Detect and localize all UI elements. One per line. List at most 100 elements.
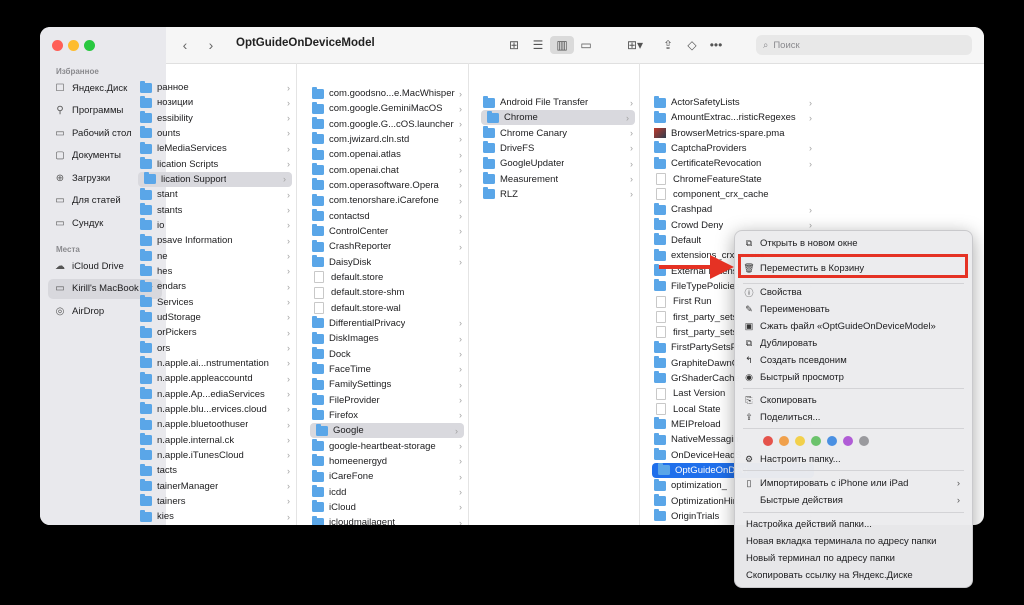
menu-compress[interactable]: ▣ Сжать файл «OptGuideOnDeviceModel» <box>743 318 964 334</box>
list-item[interactable]: Google › <box>310 423 464 439</box>
list-item[interactable]: icdd › <box>306 485 468 500</box>
tag-color-dot[interactable] <box>859 436 869 446</box>
list-item[interactable]: CrashReporter › <box>306 239 468 254</box>
list-item[interactable]: AmountExtrac...risticRegexes › <box>648 110 818 125</box>
list-item[interactable]: component_crx_cache <box>648 187 818 202</box>
list-item[interactable]: n.apple.appleaccountd › <box>134 371 296 386</box>
list-item[interactable]: kies › <box>134 509 296 524</box>
list-item[interactable]: default.store <box>306 270 468 285</box>
tag-color-dot[interactable] <box>779 436 789 446</box>
list-item[interactable]: Crashpad › <box>648 202 818 217</box>
menu-copy[interactable]: ⎘ Скопировать <box>743 392 964 408</box>
list-item[interactable]: ne › <box>134 249 296 264</box>
list-item[interactable]: n.apple.ai...nstrumentation › <box>134 356 296 371</box>
list-item[interactable]: stant › <box>134 187 296 202</box>
list-item[interactable]: default.store-shm <box>306 285 468 300</box>
menu-duplicate[interactable]: ⧉ Дублировать <box>743 335 964 351</box>
list-item[interactable]: tacts › <box>134 463 296 478</box>
minimize-window-button[interactable] <box>68 40 79 51</box>
icon-view-button[interactable]: ⊞ <box>502 36 526 54</box>
list-item[interactable]: Dock › <box>306 347 468 362</box>
group-button[interactable]: ⊞▾ <box>620 36 650 54</box>
list-item[interactable]: endars › <box>134 279 296 294</box>
tag-color-dot[interactable] <box>763 436 773 446</box>
list-item[interactable]: lication Support › <box>138 171 292 187</box>
list-item[interactable]: Android File Transfer › <box>477 95 639 110</box>
list-item[interactable]: io › <box>134 218 296 233</box>
list-item[interactable]: tainerManager › <box>134 479 296 494</box>
list-item[interactable]: leMediaServices › <box>134 141 296 156</box>
forward-button[interactable]: › <box>202 36 220 54</box>
list-item[interactable]: com.tenorshare.iCarefone › <box>306 193 468 208</box>
menu-quick-look[interactable]: ◉ Быстрый просмотр <box>743 369 964 385</box>
list-item[interactable]: BrowserMetrics-spare.pma <box>648 126 818 141</box>
menu-rename[interactable]: ✎ Переименовать <box>743 301 964 317</box>
menu-import-iphone[interactable]: ▯ Импортировать с iPhone или iPad › <box>743 475 964 491</box>
list-item[interactable]: Chrome › <box>481 110 635 126</box>
list-item[interactable]: icloudmailagent › <box>306 515 468 525</box>
list-item[interactable]: нозиции › <box>134 95 296 110</box>
list-item[interactable]: n.apple.bluetoothuser › <box>134 417 296 432</box>
tags-button[interactable]: ◇ <box>680 36 704 54</box>
list-item[interactable]: ControlCenter › <box>306 224 468 239</box>
list-item[interactable]: n.apple.Ap...ediaServices › <box>134 387 296 402</box>
list-view-button[interactable]: ☰ <box>526 36 550 54</box>
list-item[interactable]: psave Information › <box>134 233 296 248</box>
list-item[interactable]: com.google.GeminiMacOS › <box>306 101 468 116</box>
list-item[interactable]: tainers › <box>134 494 296 509</box>
list-item[interactable]: stants › <box>134 203 296 218</box>
zoom-window-button[interactable] <box>84 40 95 51</box>
menu-new-terminal-tab[interactable]: Новая вкладка терминала по адресу папки <box>746 533 964 549</box>
list-item[interactable]: com.goodsno...e.MacWhisper › <box>306 86 468 101</box>
column-view-button[interactable]: ▥ <box>550 36 574 54</box>
tag-color-dot[interactable] <box>811 436 821 446</box>
list-item[interactable]: Services › <box>134 295 296 310</box>
tag-color-dot[interactable] <box>827 436 837 446</box>
list-item[interactable]: lication Scripts › <box>134 157 296 172</box>
menu-quick-actions[interactable]: Быстрые действия › <box>743 492 964 508</box>
list-item[interactable]: RLZ › <box>477 187 639 202</box>
list-item[interactable]: n.apple.internal.ck › <box>134 433 296 448</box>
list-item[interactable]: com.operasoftware.Opera › <box>306 178 468 193</box>
search-field[interactable]: ⌕ Поиск <box>756 35 972 55</box>
tag-color-dot[interactable] <box>795 436 805 446</box>
list-item[interactable]: Firefox › <box>306 408 468 423</box>
list-item[interactable]: GoogleUpdater › <box>477 156 639 171</box>
list-item[interactable]: DifferentialPrivacy › <box>306 316 468 331</box>
menu-copy-yandex-link[interactable]: Скопировать ссылку на Яндекс.Диске <box>746 567 964 583</box>
menu-make-alias[interactable]: ↰ Создать псевдоним <box>743 352 964 368</box>
list-item[interactable]: n.apple.blu...ervices.cloud › <box>134 402 296 417</box>
list-item[interactable]: FileProvider › <box>306 393 468 408</box>
list-item[interactable]: Measurement › <box>477 172 639 187</box>
list-item[interactable]: ChromeFeatureState <box>648 172 818 187</box>
list-item[interactable]: contactsd › <box>306 209 468 224</box>
column-google[interactable]: Android File Transfer › Chrome › Chrome Cana… <box>477 63 640 525</box>
close-window-button[interactable] <box>52 40 63 51</box>
list-item[interactable]: orPickers › <box>134 325 296 340</box>
column-library[interactable]: ранное › нозиции › essibility › ounts › leMediaS… <box>134 63 297 525</box>
list-item[interactable]: CertificateRevocation › <box>648 156 818 171</box>
list-item[interactable]: iCloud › <box>306 500 468 515</box>
menu-get-info[interactable]: ⓘ Свойства <box>743 284 964 300</box>
list-item[interactable]: com.openai.atlas › <box>306 147 468 162</box>
list-item[interactable]: DaisyDisk › <box>306 255 468 270</box>
list-item[interactable]: FamilySettings › <box>306 377 468 392</box>
menu-open-new-window[interactable]: ⧉ Открыть в новом окне <box>743 235 964 251</box>
list-item[interactable]: com.jwizard.cln.std › <box>306 132 468 147</box>
list-item[interactable]: ActorSafetyLists › <box>648 95 818 110</box>
list-item[interactable]: ors › <box>134 341 296 356</box>
menu-customize-folder[interactable]: ⚙ Настроить папку... <box>743 451 964 467</box>
list-item[interactable]: ounts › <box>134 126 296 141</box>
menu-folder-actions[interactable]: Настройка действий папки... <box>746 516 964 532</box>
list-item[interactable]: iCareFone › <box>306 469 468 484</box>
list-item[interactable]: DriveFS › <box>477 141 639 156</box>
list-item[interactable]: n.apple.iTunesCloud › <box>134 448 296 463</box>
back-button[interactable]: ‹ <box>176 36 194 54</box>
list-item[interactable]: FaceTime › <box>306 362 468 377</box>
list-item[interactable]: udStorage › <box>134 310 296 325</box>
tag-color-dot[interactable] <box>843 436 853 446</box>
list-item[interactable]: essibility › <box>134 111 296 126</box>
column-application-support[interactable]: com.goodsno...e.MacWhisper › com.google.Ge… <box>306 63 469 525</box>
list-item[interactable]: com.openai.chat › <box>306 163 468 178</box>
list-item[interactable]: google-heartbeat-storage › <box>306 439 468 454</box>
